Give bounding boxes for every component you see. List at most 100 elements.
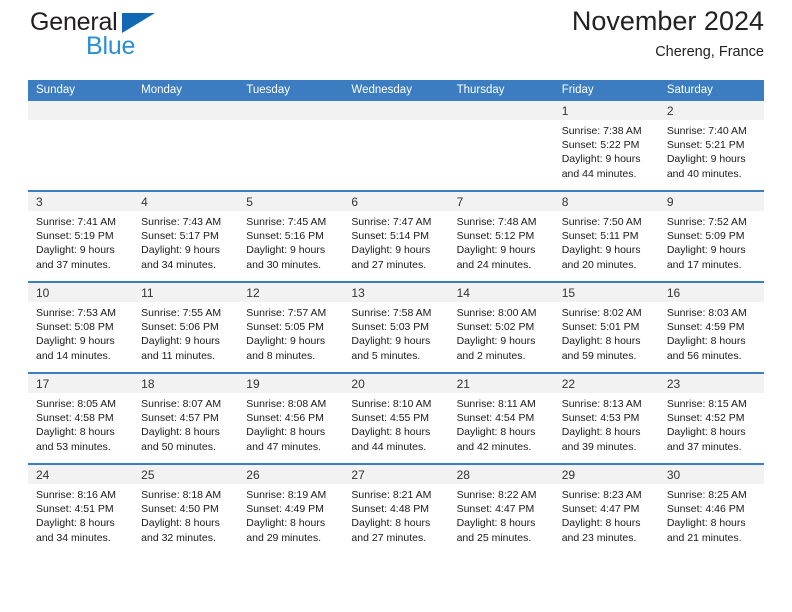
calendar-day-cell-empty	[238, 101, 344, 191]
day-cell-content: 29 Sunrise: 8:23 AM Sunset: 4:47 PM Dayligh…	[553, 465, 659, 554]
daylight-text-line2: and 21 minutes.	[666, 531, 742, 544]
calendar-day-cell[interactable]: 5 Sunrise: 7:45 AM Sunset: 5:16 PM Daylight…	[238, 190, 344, 282]
calendar-day-cell[interactable]: 25 Sunrise: 8:18 AM Sunset: 4:50 PM Dayligh…	[133, 463, 239, 554]
calendar-day-cell[interactable]: 7 Sunrise: 7:48 AM Sunset: 5:12 PM Daylight…	[448, 190, 554, 282]
general-blue-logo[interactable]: General Blue	[28, 8, 208, 64]
day-sun-info: Sunrise: 7:57 AM Sunset: 5:05 PM Daylight:…	[238, 302, 343, 363]
calendar-day-cell-empty	[28, 101, 134, 191]
day-sun-info: Sunrise: 7:43 AM Sunset: 5:17 PM Daylight:…	[133, 211, 238, 272]
calendar-day-cell[interactable]: 17 Sunrise: 8:05 AM Sunset: 4:58 PM Dayligh…	[28, 372, 134, 464]
calendar-day-cell[interactable]: 18 Sunrise: 8:07 AM Sunset: 4:57 PM Dayligh…	[133, 372, 239, 464]
daylight-text-line2: and 34 minutes.	[36, 531, 111, 544]
weekday-header-monday: Monday	[133, 80, 239, 101]
daylight-text-line2: and 29 minutes.	[246, 531, 321, 544]
day-sun-info: Sunrise: 7:58 AM Sunset: 5:03 PM Daylight:…	[343, 302, 448, 363]
calendar-day-cell[interactable]: 24 Sunrise: 8:16 AM Sunset: 4:51 PM Dayligh…	[28, 463, 134, 554]
daylight-text-line1: Daylight: 9 hours	[561, 153, 641, 166]
sunrise-text: Sunrise: 7:48 AM	[456, 216, 537, 228]
calendar-day-cell[interactable]: 22 Sunrise: 8:13 AM Sunset: 4:53 PM Dayligh…	[553, 372, 659, 464]
calendar-day-cell[interactable]: 8 Sunrise: 7:50 AM Sunset: 5:11 PM Daylight…	[553, 190, 659, 282]
daylight-text-line2: and 32 minutes.	[141, 531, 216, 544]
day-cell-content	[133, 101, 239, 190]
calendar-page: General Blue November 2024 Chereng, Fran…	[0, 0, 792, 612]
day-number: 8	[553, 192, 659, 211]
daylight-text-line1: Daylight: 9 hours	[36, 335, 115, 348]
day-number: 26	[238, 465, 344, 484]
calendar-day-cell[interactable]: 28 Sunrise: 8:22 AM Sunset: 4:47 PM Dayligh…	[448, 463, 554, 554]
calendar-day-cell[interactable]: 20 Sunrise: 8:10 AM Sunset: 4:55 PM Dayligh…	[343, 372, 449, 464]
calendar-day-cell[interactable]: 19 Sunrise: 8:08 AM Sunset: 4:56 PM Dayligh…	[238, 372, 344, 464]
calendar-day-cell[interactable]: 6 Sunrise: 7:47 AM Sunset: 5:14 PM Daylight…	[343, 190, 449, 282]
sunset-text: Sunset: 5:05 PM	[246, 321, 324, 334]
daylight-text-line2: and 27 minutes.	[351, 258, 427, 271]
calendar-day-cell[interactable]: 15 Sunrise: 8:02 AM Sunset: 5:01 PM Dayligh…	[553, 281, 659, 373]
daylight-text-line1: Daylight: 9 hours	[141, 335, 220, 348]
daylight-text-line2: and 44 minutes.	[351, 440, 427, 453]
calendar-day-cell[interactable]: 13 Sunrise: 7:58 AM Sunset: 5:03 PM Dayligh…	[343, 281, 449, 373]
sunrise-text: Sunrise: 8:00 AM	[456, 307, 537, 319]
sunset-text: Sunset: 5:08 PM	[36, 321, 114, 334]
day-cell-content: 19 Sunrise: 8:08 AM Sunset: 4:56 PM Dayligh…	[238, 374, 344, 463]
day-cell-content: 17 Sunrise: 8:05 AM Sunset: 4:58 PM Dayligh…	[28, 374, 134, 463]
calendar-day-cell[interactable]: 11 Sunrise: 7:55 AM Sunset: 5:06 PM Dayligh…	[133, 281, 239, 373]
sunrise-text: Sunrise: 7:58 AM	[351, 307, 432, 319]
sunrise-text: Sunrise: 7:45 AM	[246, 216, 327, 228]
sunrise-text: Sunrise: 8:21 AM	[351, 489, 432, 501]
calendar-day-cell[interactable]: 21 Sunrise: 8:11 AM Sunset: 4:54 PM Dayligh…	[448, 372, 554, 464]
day-cell-content: 6 Sunrise: 7:47 AM Sunset: 5:14 PM Daylight…	[343, 192, 449, 281]
day-cell-content: 1 Sunrise: 7:38 AM Sunset: 5:22 PM Daylight…	[553, 101, 659, 190]
calendar-day-cell[interactable]: 30 Sunrise: 8:25 AM Sunset: 4:46 PM Dayligh…	[658, 463, 764, 554]
daylight-text-line2: and 27 minutes.	[351, 531, 427, 544]
day-cell-content: 3 Sunrise: 7:41 AM Sunset: 5:19 PM Daylight…	[28, 192, 134, 281]
calendar-day-cell[interactable]: 3 Sunrise: 7:41 AM Sunset: 5:19 PM Daylight…	[28, 190, 134, 282]
day-cell-content	[343, 101, 449, 190]
calendar-day-cell[interactable]: 10 Sunrise: 7:53 AM Sunset: 5:08 PM Dayligh…	[28, 281, 134, 373]
weekday-header-saturday: Saturday	[658, 80, 764, 101]
daylight-text-line2: and 17 minutes.	[666, 258, 742, 271]
sunrise-text: Sunrise: 8:25 AM	[666, 489, 747, 501]
daylight-text-line2: and 47 minutes.	[246, 440, 321, 453]
weekday-header-friday: Friday	[553, 80, 659, 101]
day-cell-content: 5 Sunrise: 7:45 AM Sunset: 5:16 PM Daylight…	[238, 192, 344, 281]
sunrise-text: Sunrise: 8:07 AM	[141, 398, 222, 410]
day-sun-info: Sunrise: 8:07 AM Sunset: 4:57 PM Daylight:…	[133, 393, 238, 454]
day-sun-info: Sunrise: 8:02 AM Sunset: 5:01 PM Daylight:…	[554, 302, 659, 363]
day-sun-info: Sunrise: 7:45 AM Sunset: 5:16 PM Daylight:…	[238, 211, 343, 272]
calendar-day-cell[interactable]: 27 Sunrise: 8:21 AM Sunset: 4:48 PM Dayligh…	[343, 463, 449, 554]
calendar-day-cell[interactable]: 1 Sunrise: 7:38 AM Sunset: 5:22 PM Daylight…	[553, 101, 659, 191]
day-sun-info: Sunrise: 7:50 AM Sunset: 5:11 PM Daylight:…	[554, 211, 659, 272]
day-sun-info	[28, 120, 133, 124]
day-sun-info: Sunrise: 8:25 AM Sunset: 4:46 PM Daylight:…	[659, 484, 764, 545]
weekday-header-wednesday: Wednesday	[343, 80, 449, 101]
calendar-day-cell[interactable]: 4 Sunrise: 7:43 AM Sunset: 5:17 PM Daylight…	[133, 190, 239, 282]
calendar-body: 1 Sunrise: 7:38 AM Sunset: 5:22 PM Daylight…	[28, 101, 764, 554]
calendar-day-cell[interactable]: 2 Sunrise: 7:40 AM Sunset: 5:21 PM Daylight…	[658, 101, 764, 191]
calendar-day-cell[interactable]: 9 Sunrise: 7:52 AM Sunset: 5:09 PM Daylight…	[658, 190, 764, 282]
day-sun-info: Sunrise: 7:53 AM Sunset: 5:08 PM Daylight:…	[28, 302, 133, 363]
day-number: 10	[28, 283, 134, 302]
sunset-text: Sunset: 4:57 PM	[141, 412, 219, 425]
daylight-text-line2: and 44 minutes.	[561, 167, 637, 180]
calendar-day-cell[interactable]: 14 Sunrise: 8:00 AM Sunset: 5:02 PM Dayligh…	[448, 281, 554, 373]
calendar-day-cell[interactable]: 23 Sunrise: 8:15 AM Sunset: 4:52 PM Dayligh…	[658, 372, 764, 464]
daylight-text-line2: and 8 minutes.	[246, 349, 316, 362]
sunset-text: Sunset: 4:50 PM	[141, 503, 219, 516]
sunrise-text: Sunrise: 7:53 AM	[36, 307, 116, 319]
sunset-text: Sunset: 5:06 PM	[141, 321, 219, 334]
daylight-text-line2: and 30 minutes.	[246, 258, 321, 271]
calendar-day-cell[interactable]: 29 Sunrise: 8:23 AM Sunset: 4:47 PM Dayligh…	[553, 463, 659, 554]
daylight-text-line1: Daylight: 8 hours	[561, 426, 641, 439]
sunset-text: Sunset: 4:49 PM	[246, 503, 324, 516]
day-sun-info	[343, 120, 448, 124]
calendar-day-cell-empty	[448, 101, 554, 191]
sunset-text: Sunset: 5:12 PM	[456, 230, 535, 243]
calendar-day-cell[interactable]: 12 Sunrise: 7:57 AM Sunset: 5:05 PM Dayligh…	[238, 281, 344, 373]
day-sun-info: Sunrise: 7:38 AM Sunset: 5:22 PM Daylight:…	[554, 120, 659, 181]
day-number: 25	[133, 465, 239, 484]
calendar-day-cell[interactable]: 16 Sunrise: 8:03 AM Sunset: 4:59 PM Dayligh…	[658, 281, 764, 373]
calendar-day-cell[interactable]: 26 Sunrise: 8:19 AM Sunset: 4:49 PM Dayligh…	[238, 463, 344, 554]
day-cell-content: 22 Sunrise: 8:13 AM Sunset: 4:53 PM Dayligh…	[553, 374, 659, 463]
day-cell-content: 21 Sunrise: 8:11 AM Sunset: 4:54 PM Dayligh…	[448, 374, 554, 463]
daylight-text-line2: and 37 minutes.	[666, 440, 742, 453]
day-sun-info: Sunrise: 8:22 AM Sunset: 4:47 PM Daylight:…	[449, 484, 554, 545]
